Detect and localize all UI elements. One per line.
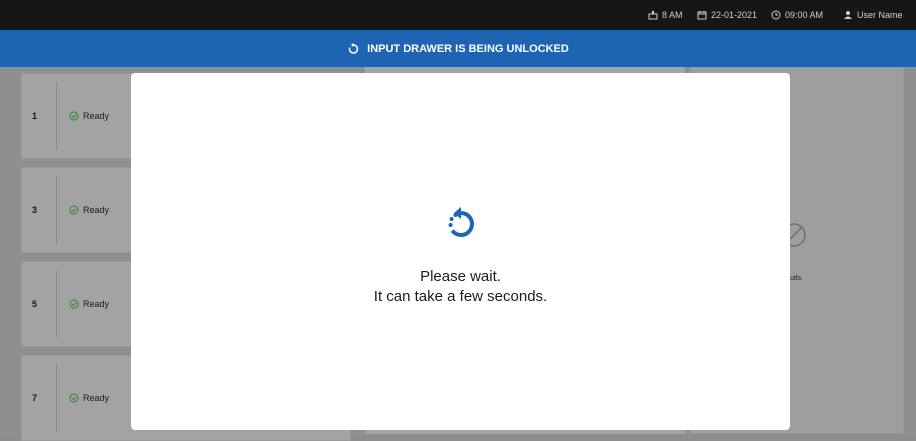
ready-check-icon	[69, 111, 79, 121]
loading-spinner-icon	[448, 207, 474, 237]
waste-icon	[648, 11, 658, 20]
divider	[56, 364, 57, 432]
date-indicator: 22-01-2021	[697, 0, 757, 30]
waste-text: 8 AM	[662, 10, 683, 20]
unlock-spinner-icon	[348, 42, 359, 54]
module-status: Ready	[69, 262, 109, 346]
ready-check-icon	[69, 393, 79, 403]
divider	[56, 176, 57, 244]
module-status: Ready	[69, 74, 109, 158]
status-label: Ready	[83, 205, 110, 215]
wait-message-line2: It can take a few seconds.	[373, 288, 548, 305]
module-status: Ready	[69, 168, 109, 252]
time-indicator: 09:00 AM	[771, 0, 823, 30]
status-banner: INPUT DRAWER IS BEING UNLOCKED	[0, 30, 916, 67]
ready-check-icon	[69, 299, 79, 309]
status-label: Ready	[83, 393, 110, 403]
user-menu[interactable]: User Name	[843, 0, 903, 30]
status-label: Ready	[83, 299, 110, 309]
module-number: 3	[32, 205, 38, 215]
module-number: 5	[32, 299, 38, 309]
module-status: Ready	[69, 356, 109, 440]
top-status-bar: 8 AM 22-01-2021 09:00 AM User Name	[0, 0, 916, 30]
banner-text: INPUT DRAWER IS BEING UNLOCKED	[367, 42, 569, 55]
calendar-icon	[697, 11, 707, 20]
module-number: 7	[32, 393, 38, 403]
wait-message-line1: Please wait.	[420, 268, 501, 285]
divider	[56, 270, 57, 338]
status-label: Ready	[83, 111, 110, 121]
waste-indicator: 8 AM	[648, 0, 683, 30]
wait-modal: Please wait. It can take a few seconds.	[131, 73, 790, 430]
user-icon	[844, 11, 852, 19]
date-text: 22-01-2021	[711, 10, 758, 20]
user-name: User Name	[857, 10, 903, 20]
ready-check-icon	[69, 205, 79, 215]
module-number: 1	[32, 111, 38, 121]
divider	[56, 82, 57, 150]
time-text: 09:00 AM	[785, 10, 824, 20]
clock-icon	[771, 10, 781, 20]
